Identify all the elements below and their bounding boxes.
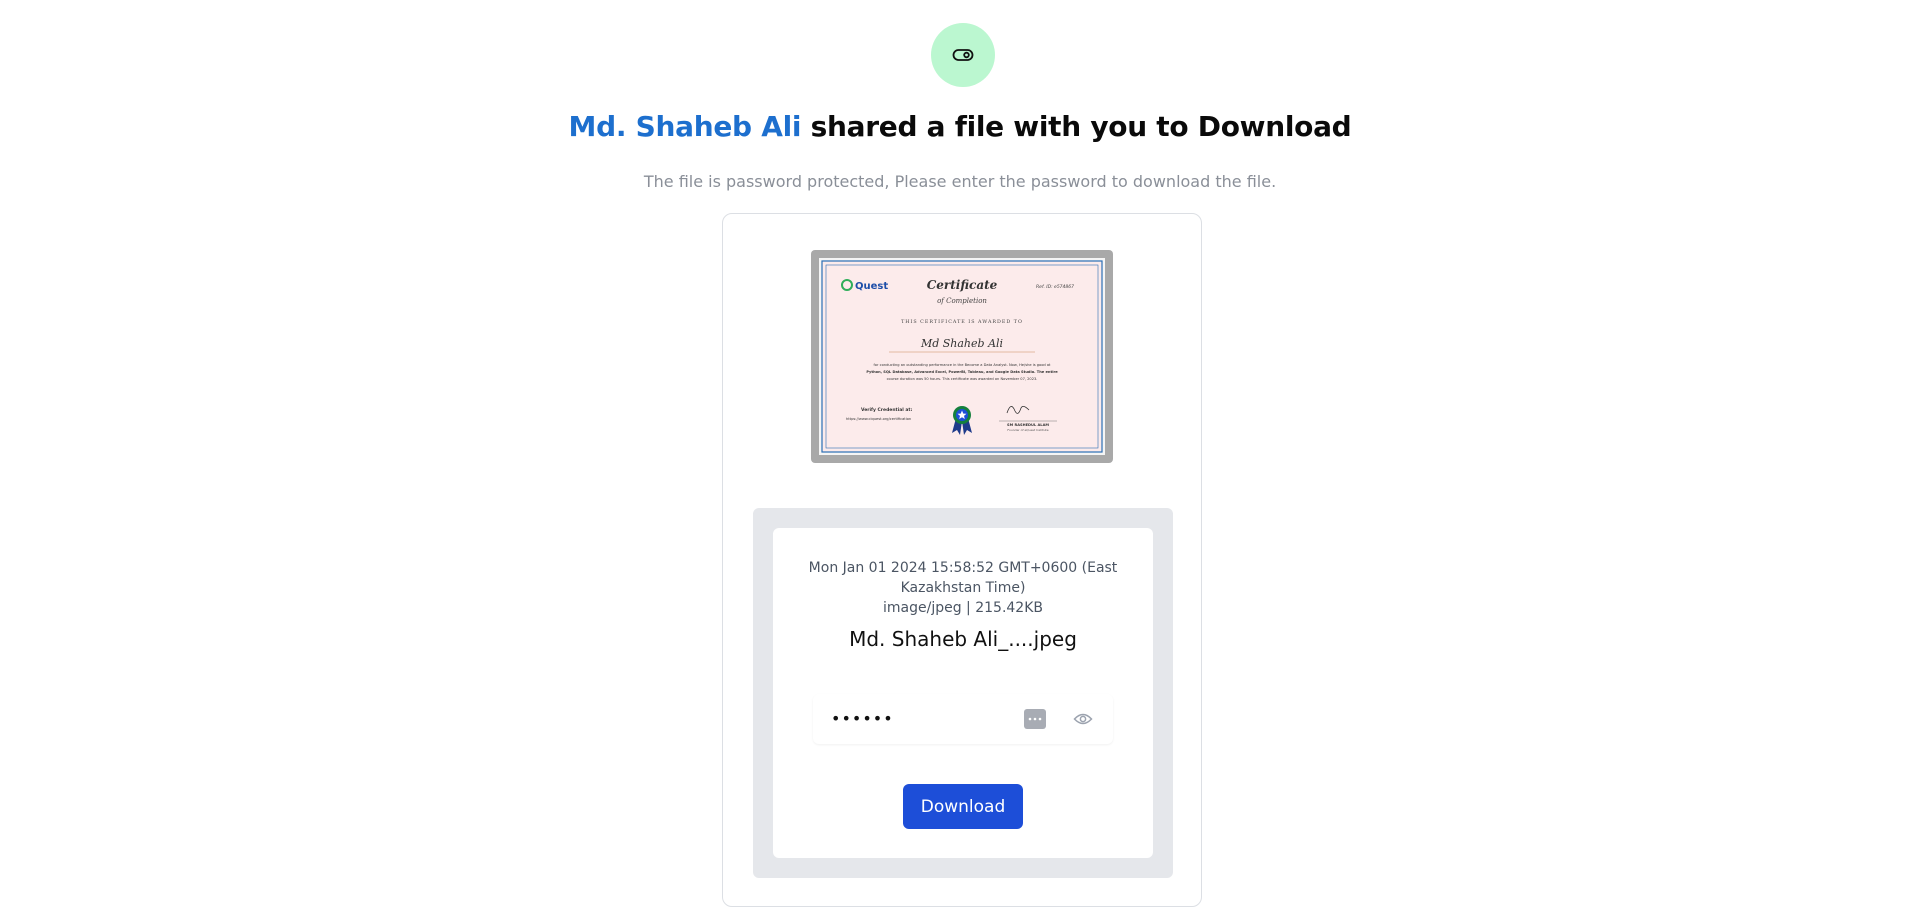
cert-verify-url: https://www.ciquest.org/certification xyxy=(846,417,911,421)
cert-subtitle: of Completion xyxy=(937,297,987,305)
cert-signer-title: Founder of eQuest Institute xyxy=(1007,428,1048,432)
cert-body-line2: Python, SQL Database, Advanced Excel, Po… xyxy=(866,370,1058,374)
password-manager-icon[interactable] xyxy=(1024,709,1046,729)
certificate-preview-image: Quest Certificate of Completion Ref. ID:… xyxy=(819,258,1105,455)
cert-brand: Quest xyxy=(855,281,888,292)
file-date: Mon Jan 01 2024 15:58:52 GMT+0600 (East … xyxy=(808,560,1118,596)
password-field[interactable]: •••••• xyxy=(813,694,1113,744)
sender-name: Md. Shaheb Ali xyxy=(568,110,802,143)
file-info-panel: Mon Jan 01 2024 15:58:52 GMT+0600 (East … xyxy=(753,508,1173,878)
cert-title: Certificate xyxy=(927,278,998,292)
file-type-size: image/jpeg | 215.42KB xyxy=(883,600,1043,616)
cert-body-line1: for conducting an outstanding performanc… xyxy=(874,363,1052,367)
cert-recipient: Md Shaheb Ali xyxy=(920,337,1003,350)
cert-verify-label: Verify Credential at: xyxy=(861,407,913,413)
password-input[interactable]: •••••• xyxy=(831,709,894,728)
file-info-box: Mon Jan 01 2024 15:58:52 GMT+0600 (East … xyxy=(773,528,1153,858)
eye-icon[interactable] xyxy=(1072,709,1094,729)
cert-awarded-to: THIS CERTIFICATE IS AWARDED TO xyxy=(901,319,1023,325)
page-title: Md. Shaheb Ali shared a file with you to… xyxy=(0,110,1920,143)
page: Md. Shaheb Ali shared a file with you to… xyxy=(0,0,1920,919)
page-subtitle: The file is password protected, Please e… xyxy=(643,172,1277,191)
file-name: Md. Shaheb Ali_....jpeg xyxy=(849,627,1077,651)
title-suffix: shared a file with you to Download xyxy=(801,110,1352,143)
toggle-icon xyxy=(952,49,974,61)
download-card: Quest Certificate of Completion Ref. ID:… xyxy=(722,213,1202,907)
cert-body-line3: course duration was 50 hours. This certi… xyxy=(887,377,1038,381)
download-button[interactable]: Download xyxy=(903,784,1023,829)
cert-ref: Ref. ID: e574867 xyxy=(1036,284,1074,290)
header-icon-circle xyxy=(931,23,995,87)
file-preview: Quest Certificate of Completion Ref. ID:… xyxy=(811,250,1113,463)
cert-signer-name: SM RASHEDUL ALAM xyxy=(1007,423,1049,427)
